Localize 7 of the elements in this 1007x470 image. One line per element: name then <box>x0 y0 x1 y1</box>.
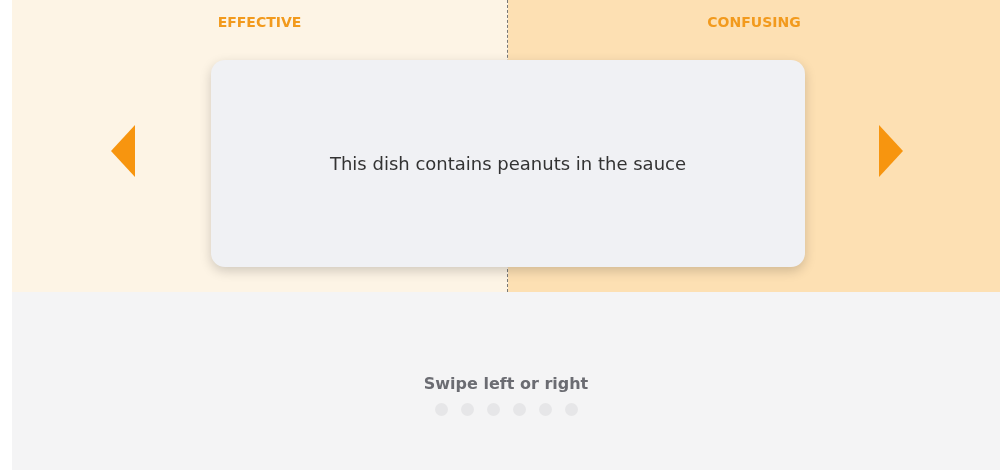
swipe-card[interactable]: This dish contains peanuts in the sauce <box>211 60 805 267</box>
card-text: This dish contains peanuts in the sauce <box>329 153 686 174</box>
zone-label: EFFECTIVE <box>217 14 302 30</box>
zone-label: CONFUSING <box>707 14 801 30</box>
right-arrow-icon[interactable] <box>878 124 904 178</box>
left-arrow-icon[interactable] <box>110 124 136 178</box>
swipe-hint: Swipe left or right <box>423 374 589 393</box>
